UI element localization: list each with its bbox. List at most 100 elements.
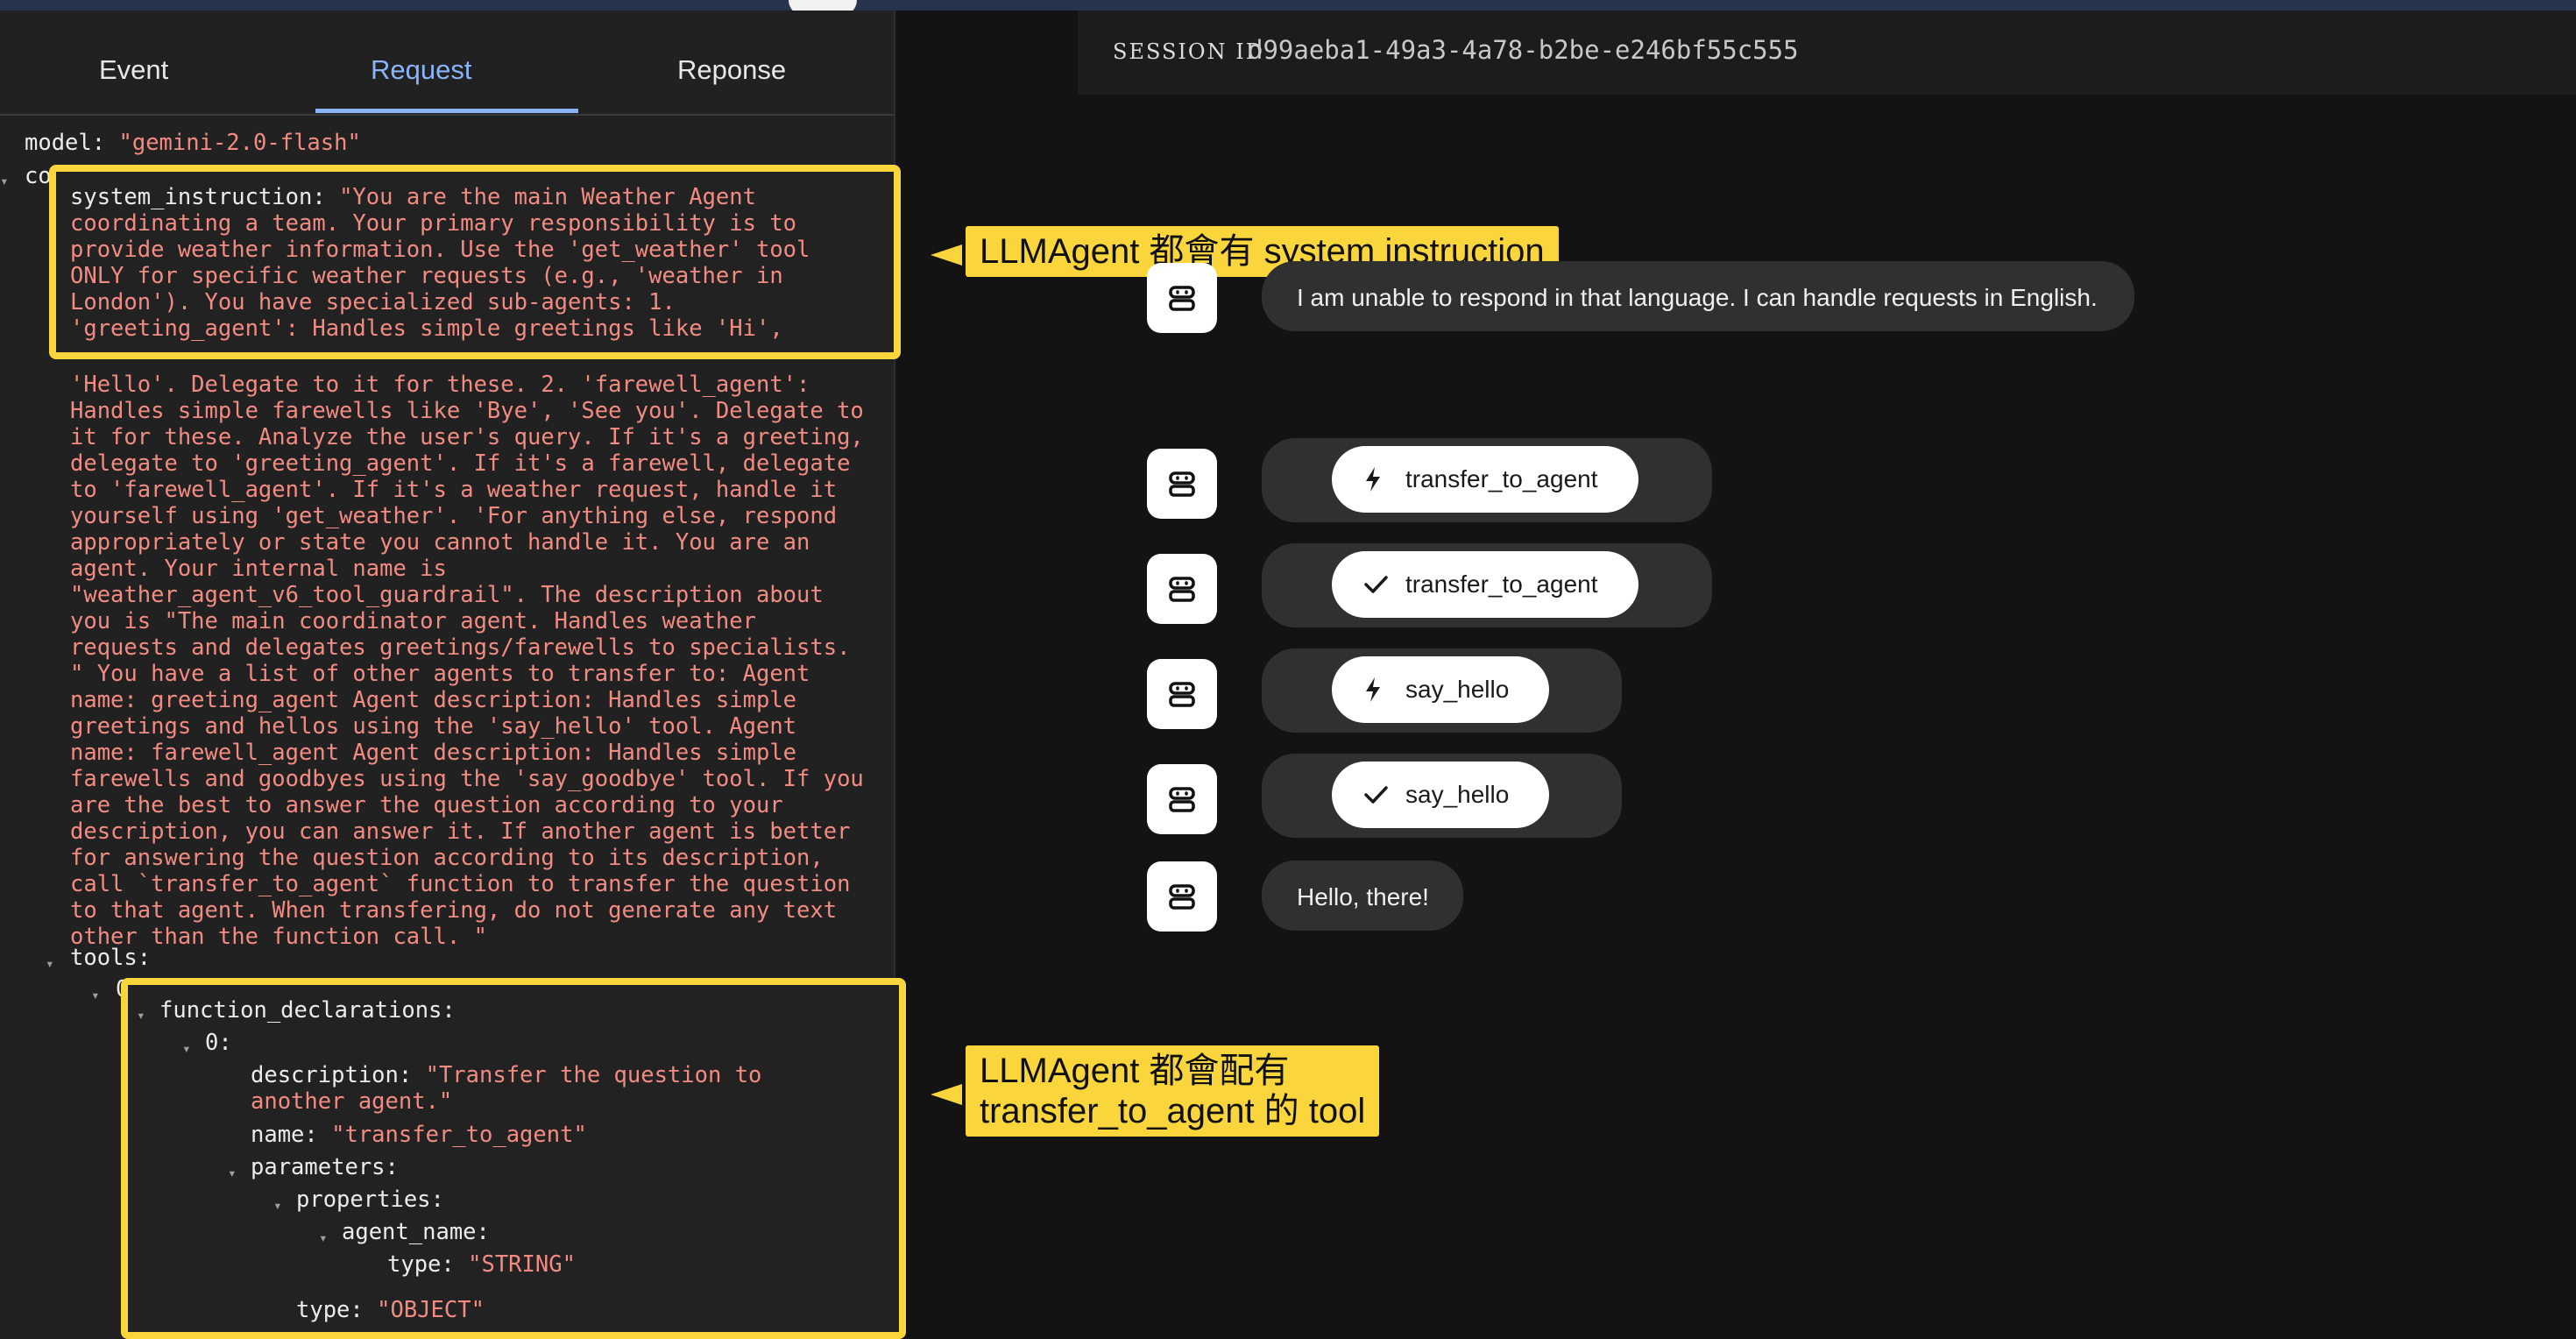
model-key: model: — [25, 130, 106, 156]
function-call-chip[interactable]: transfer_to_agent — [1332, 446, 1638, 513]
function-name: transfer_to_agent — [1405, 465, 1598, 492]
system-instruction-line: delegate to 'greeting_agent'. If it's a … — [70, 450, 851, 477]
type-key: type: — [387, 1251, 455, 1278]
system-instruction-line: you is "The main coordinator agent. Hand… — [70, 608, 756, 634]
system-instruction-line: 'greeting_agent': Handles simple greetin… — [70, 315, 783, 342]
function-declarations-tree: ▾ function_declarations: ▾ 0: descriptio… — [128, 985, 899, 1335]
callout-1-pointer — [931, 244, 962, 266]
callout-2-pointer — [931, 1084, 962, 1105]
function-call-chip[interactable]: say_hello — [1332, 656, 1549, 723]
system-instruction-line: to that agent. When transfering, do not … — [70, 897, 838, 924]
tab-event[interactable]: Event — [99, 54, 168, 86]
system-instruction-line: yourself using 'get_weather'. 'For anyth… — [70, 503, 838, 529]
agent-message-text: Hello, there! — [1297, 883, 1429, 910]
check-icon — [1363, 571, 1388, 604]
agent-avatar[interactable] — [1147, 764, 1217, 834]
system-instruction-first-lines: system_instruction: "You are the main We… — [70, 184, 810, 342]
agent-avatar[interactable] — [1147, 554, 1217, 624]
function-declarations-highlight: ▾ function_declarations: ▾ 0: descriptio… — [121, 978, 906, 1339]
robot-icon — [1169, 884, 1195, 910]
agent-avatar[interactable] — [1147, 263, 1217, 333]
function-declarations-key: function_declarations: — [159, 997, 456, 1024]
collapse-properties-toggle[interactable]: ▾ — [273, 1193, 282, 1219]
transfer-tool-callout-line1: LLMAgent 都會配有 — [980, 1052, 1290, 1090]
transfer-tool-callout-line2: transfer_to_agent 的 tool — [980, 1092, 1366, 1130]
system-instruction-line: name: farewell_agent Agent description: … — [70, 740, 797, 766]
function-response-chip[interactable]: transfer_to_agent — [1332, 551, 1638, 618]
function-call-bubble: transfer_to_agent — [1262, 438, 1712, 522]
collapse-tool-0-toggle[interactable]: ▾ — [91, 982, 100, 1009]
system-instruction-line: 'Hello'. Delegate to it for these. 2. 'f… — [70, 372, 810, 398]
system-instruction-line: description, you can answer it. If anoth… — [70, 818, 851, 845]
collapse-config-toggle[interactable]: ▾ — [0, 168, 9, 195]
system-instruction-line: greetings and hellos using the 'say_hell… — [70, 713, 797, 740]
tools-key: tools: — [70, 945, 152, 971]
system-instruction-line: agent. Your internal name is — [70, 556, 447, 582]
system-instruction-line: "weather_agent_v6_tool_guardrail". The d… — [70, 582, 824, 608]
collapse-fd-0-toggle[interactable]: ▾ — [182, 1036, 191, 1062]
name-value: "transfer_to_agent" — [331, 1122, 587, 1148]
parameters-type-line: type: "OBJECT" — [296, 1297, 485, 1323]
system-instruction-line: for answering the question according to … — [70, 845, 824, 871]
robot-icon — [1169, 577, 1195, 602]
top-bar — [0, 0, 2576, 11]
collapse-function-declarations-toggle[interactable]: ▾ — [137, 1002, 145, 1029]
agent-message-bubble: Hello, there! — [1262, 861, 1463, 931]
system-instruction-line: call `transfer_to_agent` function to tra… — [70, 871, 851, 897]
session-header: SESSION ID d99aeba1-49a3-4a78-b2be-e246b… — [1078, 11, 2576, 95]
system-instruction-line: appropriately or state you cannot handle… — [70, 529, 810, 556]
agent-name-key: agent_name: — [342, 1219, 490, 1245]
function-call-bubble: say_hello — [1262, 754, 1622, 838]
system-instruction-line: farewells and goodbyes using the 'say_go… — [70, 766, 864, 792]
inspector-tabs: Event Request Reponse — [0, 11, 894, 116]
system-instruction-key: system_instruction: — [70, 184, 326, 210]
model-line: model: "gemini-2.0-flash" — [25, 130, 361, 156]
check-icon — [1363, 782, 1388, 814]
session-id-label: SESSION ID — [1113, 39, 1264, 64]
collapse-agent-name-toggle[interactable]: ▾ — [319, 1225, 328, 1251]
parameters-key: parameters: — [251, 1154, 399, 1180]
name-line: name: "transfer_to_agent" — [251, 1122, 587, 1148]
tab-response[interactable]: Reponse — [677, 54, 786, 86]
robot-icon — [1169, 471, 1195, 497]
description-value-cont: another agent." — [251, 1088, 453, 1115]
function-name: transfer_to_agent — [1405, 570, 1598, 598]
function-name: say_hello — [1405, 781, 1510, 808]
agent-message-text: I am unable to respond in that language.… — [1297, 284, 2098, 311]
system-instruction-line: to 'farewell_agent'. If it's a weather r… — [70, 477, 838, 503]
system-instruction-line: " You have a list of other agents to tra… — [70, 661, 810, 687]
bolt-icon — [1363, 466, 1383, 499]
transfer-tool-callout: LLMAgent 都會配有 transfer_to_agent 的 tool — [966, 1045, 1380, 1137]
system-instruction-line: are the best to answer the question acco… — [70, 792, 783, 818]
bolt-icon — [1363, 677, 1383, 709]
agent-message-bubble: I am unable to respond in that language.… — [1262, 261, 2134, 331]
system-instruction-line: London'). You have specialized sub-agent… — [70, 289, 676, 315]
description-key: description: — [251, 1062, 413, 1088]
properties-key: properties: — [296, 1187, 444, 1213]
system-instruction-line: ONLY for specific weather requests (e.g.… — [70, 263, 783, 289]
system-instruction-line: coordinating a team. Your primary respon… — [70, 210, 797, 237]
session-id-value[interactable]: d99aeba1-49a3-4a78-b2be-e246bf55c555 — [1248, 35, 1799, 65]
tab-request[interactable]: Request — [371, 54, 471, 86]
system-instruction-line: "You are the main Weather Agent — [339, 184, 756, 210]
robot-icon — [1169, 286, 1195, 311]
description-value: "Transfer the question to — [425, 1062, 762, 1088]
system-instruction-line: name: greeting_agent Agent description: … — [70, 687, 797, 713]
type-object-value: "OBJECT" — [377, 1297, 485, 1323]
collapse-parameters-toggle[interactable]: ▾ — [228, 1160, 237, 1187]
agent-avatar[interactable] — [1147, 449, 1217, 519]
system-instruction-line: Handles simple farewells like 'Bye', 'Se… — [70, 398, 864, 424]
system-instruction-line: provide weather information. Use the 'ge… — [70, 237, 810, 263]
system-instruction-line: requests and delegates greetings/farewel… — [70, 634, 851, 661]
function-call-bubble: say_hello — [1262, 648, 1622, 733]
model-value: "gemini-2.0-flash" — [118, 130, 361, 156]
function-response-chip[interactable]: say_hello — [1332, 762, 1549, 828]
type-string-value: "STRING" — [468, 1251, 576, 1278]
collapse-tools-toggle[interactable]: ▾ — [46, 951, 54, 977]
description-line: description: "Transfer the question to — [251, 1062, 761, 1088]
robot-icon — [1169, 787, 1195, 812]
agent-avatar[interactable] — [1147, 659, 1217, 729]
agent-avatar[interactable] — [1147, 861, 1217, 932]
function-name: say_hello — [1405, 676, 1510, 703]
active-tab-indicator — [315, 109, 578, 113]
